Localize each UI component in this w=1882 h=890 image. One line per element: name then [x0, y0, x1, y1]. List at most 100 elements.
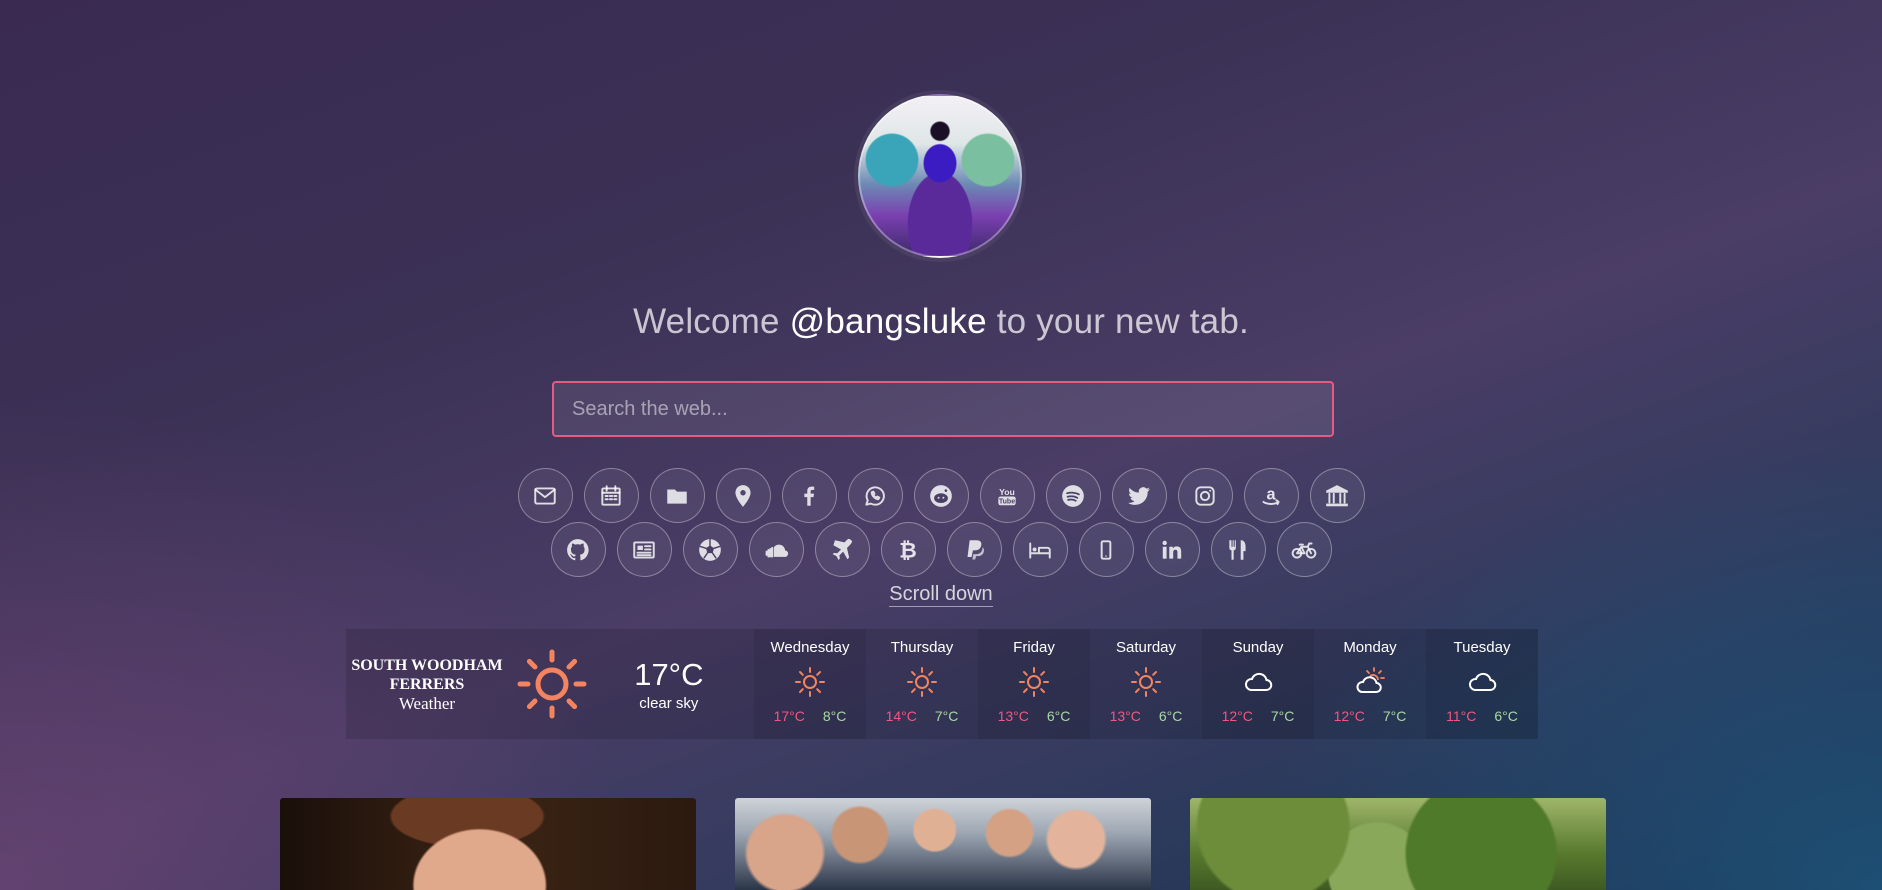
sun-icon	[1131, 667, 1161, 697]
weather-label: Weather	[398, 693, 456, 713]
forecast-day: Wednesday 17°C 8°C	[754, 629, 866, 739]
welcome-username: @bangsluke	[789, 302, 987, 341]
forecast-day: Monday 12°C 7°C	[1314, 629, 1426, 739]
day-name: Sunday	[1232, 639, 1284, 656]
photo-card[interactable]	[735, 798, 1151, 890]
bicycle-icon	[1291, 542, 1317, 559]
github-icon	[567, 538, 589, 560]
spotify-link[interactable]	[1045, 468, 1101, 523]
forecast-day: Sunday 12°C 7°C	[1202, 629, 1314, 739]
football-link[interactable]	[682, 522, 738, 577]
svg-text:You: You	[999, 486, 1015, 496]
soundcloud-link[interactable]	[748, 522, 804, 577]
low-temp: 7°C	[1382, 708, 1407, 724]
scroll-down-container: Scroll down	[0, 583, 1882, 607]
instagram-link[interactable]	[1177, 468, 1233, 523]
high-temp: 13°C	[997, 708, 1029, 724]
football-icon	[699, 537, 721, 561]
forecast-day: Saturday 13°C 6°C	[1090, 629, 1202, 739]
mobile-icon	[1100, 539, 1112, 560]
forecast-day: Thursday 14°C 7°C	[866, 629, 978, 739]
welcome-suffix: to your new tab.	[996, 302, 1249, 341]
forecast-days: Wednesday 17°C 8°C Thursday 14°C 7°C Frida…	[754, 629, 1538, 739]
current-weather-icon-wrap	[508, 629, 596, 739]
high-temp: 14°C	[885, 708, 917, 724]
svg-text:a: a	[1266, 485, 1276, 503]
maps-link[interactable]	[715, 468, 771, 523]
instagram-icon	[1195, 485, 1215, 506]
quick-links-row-1: You Tube a	[0, 468, 1882, 523]
youtube-link[interactable]: You Tube	[979, 468, 1035, 523]
weather-widget: SOUTH WOODHAM FERRERS Weather 17°C clear…	[346, 629, 1538, 739]
day-name: Wednesday	[770, 639, 850, 656]
github-link[interactable]	[550, 522, 606, 577]
high-temp: 13°C	[1109, 708, 1141, 724]
news-link[interactable]	[616, 522, 672, 577]
day-name: Monday	[1343, 639, 1397, 656]
high-temp: 17°C	[773, 708, 805, 724]
bank-link[interactable]	[1309, 468, 1365, 523]
scroll-down-link[interactable]: Scroll down	[889, 583, 993, 607]
soundcloud-icon	[765, 544, 789, 557]
spotify-icon	[1062, 484, 1084, 507]
reddit-link[interactable]	[913, 468, 969, 523]
low-temp: 7°C	[1270, 708, 1295, 724]
whatsapp-icon	[865, 485, 885, 506]
low-temp: 6°C	[1158, 708, 1183, 724]
sun-icon	[1019, 667, 1049, 697]
restaurant-icon	[1229, 539, 1246, 560]
newspaper-icon	[633, 540, 655, 559]
cloud-icon	[1245, 672, 1273, 691]
plane-icon	[832, 538, 853, 560]
bitcoin-link[interactable]: ₿	[880, 522, 936, 577]
svg-text:Tube: Tube	[999, 498, 1015, 505]
restaurant-link[interactable]	[1210, 522, 1266, 577]
forecast-day: Tuesday 11°C 6°C	[1426, 629, 1538, 739]
photo-card[interactable]	[280, 798, 696, 890]
sun-icon	[907, 667, 937, 697]
welcome-heading: Welcome @bangsluke to your new tab.	[0, 302, 1882, 342]
twitter-link[interactable]	[1111, 468, 1167, 523]
amazon-link[interactable]: a	[1243, 468, 1299, 523]
partly-cloudy-icon	[1356, 667, 1385, 693]
reddit-icon	[930, 484, 952, 507]
day-name: Saturday	[1115, 639, 1177, 656]
bank-icon	[1326, 484, 1348, 506]
sun-icon	[795, 667, 825, 697]
bitcoin-icon: ₿	[899, 537, 917, 562]
youtube-icon: You Tube	[998, 486, 1016, 505]
low-temp: 6°C	[1494, 708, 1518, 724]
mobile-link[interactable]	[1078, 522, 1134, 577]
mail-link[interactable]	[517, 468, 573, 523]
calendar-link[interactable]	[583, 468, 639, 523]
cycling-link[interactable]	[1276, 522, 1332, 577]
facebook-icon	[804, 486, 815, 506]
current-desc: clear sky	[639, 694, 699, 712]
day-name: Tuesday	[1453, 639, 1511, 656]
paypal-link[interactable]	[946, 522, 1002, 577]
cloud-icon	[1469, 672, 1497, 691]
linkedin-icon	[1162, 540, 1182, 559]
current-temp: 17°C	[634, 656, 704, 692]
twitter-icon	[1128, 486, 1150, 505]
calendar-icon	[601, 484, 621, 506]
facebook-link[interactable]	[781, 468, 837, 523]
paypal-icon	[967, 539, 985, 560]
flights-link[interactable]	[814, 522, 870, 577]
linkedin-link[interactable]	[1144, 522, 1200, 577]
forecast-day: Friday 13°C 6°C	[978, 629, 1090, 739]
photo-card[interactable]	[1190, 798, 1606, 890]
whatsapp-link[interactable]	[847, 468, 903, 523]
welcome-prefix: Welcome	[633, 302, 780, 341]
high-temp: 12°C	[1333, 708, 1365, 724]
day-name: Thursday	[890, 639, 954, 656]
svg-text:₿: ₿	[899, 537, 917, 562]
profile-avatar	[858, 94, 1022, 258]
hotels-link[interactable]	[1012, 522, 1068, 577]
folder-link[interactable]	[649, 468, 705, 523]
low-temp: 8°C	[822, 708, 847, 724]
day-name: Friday	[1013, 639, 1055, 656]
mail-icon	[534, 486, 556, 505]
search-input[interactable]	[552, 381, 1334, 437]
bed-icon	[1029, 542, 1051, 559]
